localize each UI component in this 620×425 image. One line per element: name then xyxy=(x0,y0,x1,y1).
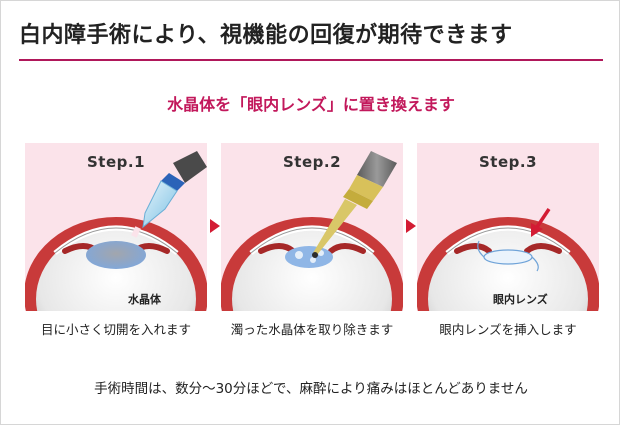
step-arrow-2 xyxy=(406,219,416,233)
step-3-panel: Step.3 眼内レンズ xyxy=(417,143,599,311)
crystalline-lens-label: 水晶体 xyxy=(128,293,161,306)
cloudy-lens xyxy=(285,246,333,268)
infographic: 白内障手術により、視機能の回復が期待できます 水晶体を「眼内レンズ」に置き換えま… xyxy=(0,0,620,425)
step-2-panel: Step.2 xyxy=(221,143,403,311)
page-title: 白内障手術により、視機能の回復が期待できます xyxy=(19,23,513,48)
step-arrow-1 xyxy=(210,219,220,233)
step-1-caption: 目に小さく切開を入れます xyxy=(40,322,191,337)
step-3-label: Step.3 xyxy=(478,153,538,171)
subtitle: 水晶体を「眼内レンズ」に置き換えます xyxy=(167,95,455,114)
crystalline-lens xyxy=(86,241,146,269)
step-1-label: Step.1 xyxy=(86,153,146,171)
step-1-panel: Step.1 水晶体 xyxy=(25,143,207,311)
step-3-caption: 眼内レンズを挿入します xyxy=(439,322,577,337)
intraocular-lens-label: 眼内レンズ xyxy=(493,293,548,306)
step-2-label: Step.2 xyxy=(282,153,342,171)
footer-note: 手術時間は、数分〜30分ほどで、麻酔により痛みはほとんどありません xyxy=(94,381,528,397)
step-2-caption: 濁った水晶体を取り除きます xyxy=(230,322,394,337)
title-divider xyxy=(19,59,603,61)
